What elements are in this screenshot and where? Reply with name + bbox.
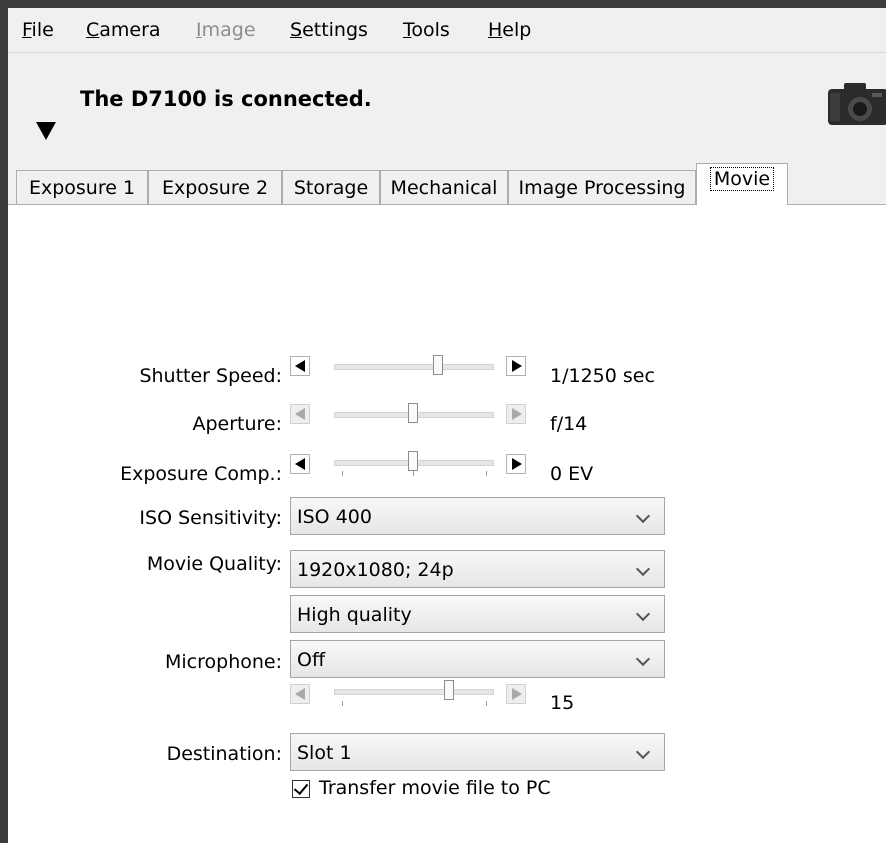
movie-resolution-select[interactable]: 1920x1080; 24p [290, 550, 665, 588]
mic-level-decrease-button[interactable] [290, 684, 310, 704]
menu-help[interactable]: Help [488, 17, 531, 43]
menu-separator [8, 52, 886, 53]
arrow-left-icon [295, 408, 305, 420]
movie-resolution-value: 1920x1080; 24p [297, 559, 454, 581]
shutter-speed-increase-button[interactable] [506, 356, 526, 376]
aperture-increase-button[interactable] [506, 404, 526, 424]
arrow-left-icon [295, 688, 305, 700]
chevron-down-icon [635, 651, 651, 667]
movie-quality-label: Movie Quality: [146, 553, 282, 575]
arrow-right-icon [512, 408, 522, 420]
arrow-left-icon [295, 360, 305, 372]
exposure-comp-decrease-button[interactable] [290, 454, 310, 474]
shutter-speed-slider-track[interactable] [334, 364, 494, 370]
exposure-comp-label: Exposure Comp.: [120, 463, 282, 485]
chevron-down-icon [635, 744, 651, 760]
chevron-down-icon [635, 606, 651, 622]
exposure-comp-increase-button[interactable] [506, 454, 526, 474]
connection-status: The D7100 is connected. [80, 87, 372, 111]
chevron-down-icon [635, 508, 651, 524]
transfer-movie-checkbox[interactable] [292, 779, 310, 798]
slider-tick [486, 701, 487, 706]
tab-image-processing[interactable]: Image Processing [508, 170, 696, 204]
triangle-down-icon[interactable] [36, 122, 56, 140]
exposure-comp-value: 0 EV [550, 463, 594, 485]
aperture-label: Aperture: [192, 413, 282, 435]
slider-tick [413, 471, 414, 476]
menu-bar: File Camera Image Settings Tools Help [8, 8, 886, 50]
mic-level-value: 15 [550, 692, 575, 714]
iso-select[interactable]: ISO 400 [290, 497, 665, 535]
mic-level-slider-thumb[interactable] [444, 680, 455, 700]
slider-tick [342, 701, 343, 706]
app-window: File Camera Image Settings Tools Help Th… [8, 8, 886, 843]
iso-selected-value: ISO 400 [297, 506, 372, 528]
tab-exposure-1[interactable]: Exposure 1 [16, 170, 148, 204]
transfer-movie-label[interactable]: Transfer movie file to PC [319, 777, 551, 799]
slider-tick [486, 471, 487, 476]
destination-select[interactable]: Slot 1 [290, 733, 665, 771]
destination-label: Destination: [166, 743, 282, 765]
tab-movie[interactable]: Movie [696, 163, 788, 205]
chevron-down-icon [635, 561, 651, 577]
aperture-slider-thumb[interactable] [408, 403, 418, 423]
arrow-left-icon [295, 458, 305, 470]
menu-settings[interactable]: Settings [290, 17, 368, 43]
mic-level-slider-track[interactable] [334, 689, 494, 695]
menu-camera[interactable]: Camera [86, 17, 161, 43]
tab-mechanical[interactable]: Mechanical [380, 170, 508, 204]
aperture-value: f/14 [550, 413, 588, 435]
destination-value: Slot 1 [297, 742, 352, 764]
movie-quality-select[interactable]: High quality [290, 595, 665, 633]
shutter-speed-value: 1/1250 sec [550, 365, 655, 387]
arrow-right-icon [512, 458, 522, 470]
checkmark-icon [293, 779, 309, 796]
exposure-comp-slider-thumb[interactable] [408, 451, 418, 471]
mic-level-increase-button[interactable] [506, 684, 526, 704]
aperture-decrease-button[interactable] [290, 404, 310, 424]
tab-exposure-2[interactable]: Exposure 2 [148, 170, 282, 204]
iso-label: ISO Sensitivity: [139, 507, 282, 529]
arrow-right-icon [512, 688, 522, 700]
shutter-speed-decrease-button[interactable] [290, 356, 310, 376]
shutter-speed-slider-thumb[interactable] [433, 355, 444, 375]
tab-storage[interactable]: Storage [282, 170, 380, 204]
microphone-select[interactable]: Off [290, 640, 665, 678]
menu-file[interactable]: File [22, 17, 54, 43]
arrow-right-icon [512, 360, 522, 372]
menu-tools[interactable]: Tools [403, 17, 450, 43]
camera-icon [828, 83, 886, 125]
microphone-value: Off [297, 649, 326, 671]
menu-image[interactable]: Image [196, 17, 256, 43]
shutter-speed-label: Shutter Speed: [139, 365, 282, 387]
movie-quality-value: High quality [297, 604, 412, 626]
slider-tick [342, 471, 343, 476]
microphone-label: Microphone: [165, 651, 282, 673]
